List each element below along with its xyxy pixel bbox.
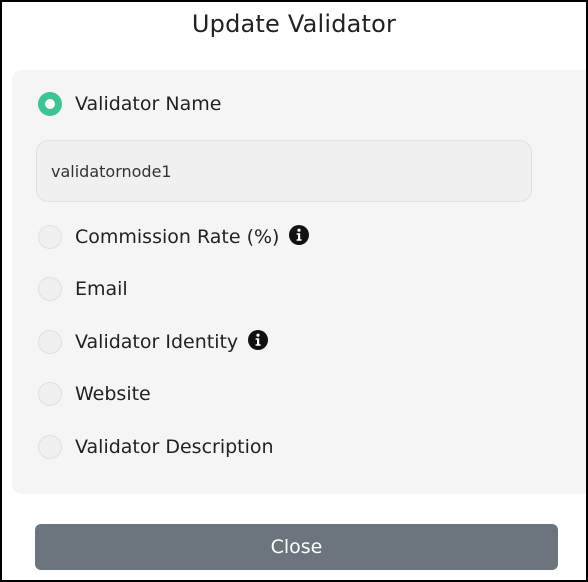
option-validator-identity[interactable]: Validator Identity xyxy=(38,330,269,354)
field-options-panel: Validator Name Commission Rate (%) Email… xyxy=(12,70,586,494)
modal-title: Update Validator xyxy=(191,10,397,38)
info-icon[interactable] xyxy=(289,225,310,245)
option-label-commission-rate: Commission Rate (%) xyxy=(75,226,280,248)
option-validator-name[interactable]: Validator Name xyxy=(38,92,221,116)
validator-name-input[interactable] xyxy=(36,140,532,202)
radio-validator-identity[interactable] xyxy=(38,330,62,354)
option-label-email: Email xyxy=(75,278,128,300)
info-icon[interactable] xyxy=(248,330,269,350)
option-label-validator-identity: Validator Identity xyxy=(75,331,239,353)
radio-validator-name[interactable] xyxy=(38,92,62,116)
option-label-validator-name: Validator Name xyxy=(75,93,222,115)
option-validator-description[interactable]: Validator Description xyxy=(38,435,274,459)
radio-commission-rate[interactable] xyxy=(38,225,62,249)
option-label-validator-description: Validator Description xyxy=(75,436,274,458)
update-validator-modal: Update Validator Validator Name Commissi… xyxy=(0,0,588,582)
radio-validator-description[interactable] xyxy=(38,435,62,459)
radio-email[interactable] xyxy=(38,277,62,301)
close-button[interactable]: Close xyxy=(35,524,558,570)
option-email[interactable]: Email xyxy=(38,277,128,301)
option-commission-rate[interactable]: Commission Rate (%) xyxy=(38,225,310,249)
radio-website[interactable] xyxy=(38,382,62,406)
option-label-website: Website xyxy=(75,383,151,405)
option-website[interactable]: Website xyxy=(38,382,151,406)
